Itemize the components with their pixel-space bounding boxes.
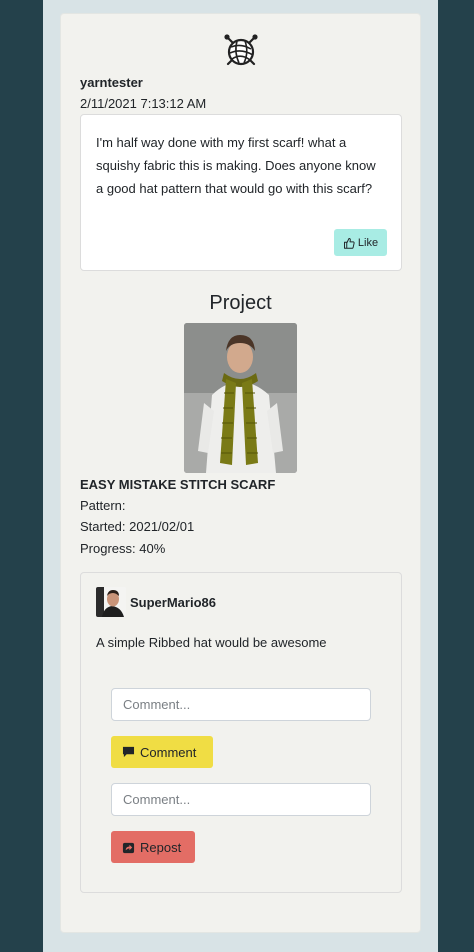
project-pattern: Pattern: <box>80 498 126 513</box>
like-button[interactable]: Like <box>334 229 387 256</box>
avatar[interactable] <box>96 587 126 617</box>
comment-card: SuperMario86 A simple Ribbed hat would b… <box>80 572 402 893</box>
comment-username[interactable]: SuperMario86 <box>130 595 216 610</box>
repost-button-label: Repost <box>140 839 182 855</box>
speech-bubble-icon <box>122 746 135 758</box>
project-progress: Progress: 40% <box>80 541 166 556</box>
repost-button[interactable]: Repost <box>111 831 195 863</box>
comment-button[interactable]: Comment <box>111 736 213 768</box>
post-timestamp: 2/11/2021 7:13:12 AM <box>80 96 207 111</box>
comment-button-label: Comment <box>140 744 197 760</box>
project-photo <box>184 323 297 473</box>
like-button-label: Like <box>357 236 379 249</box>
comment-input[interactable] <box>111 688 371 721</box>
post-card: I'm half way done with my first scarf! w… <box>80 114 402 271</box>
project-started: Started: 2021/02/01 <box>80 519 195 534</box>
post-text: I'm half way done with my first scarf! w… <box>96 135 376 196</box>
yarn-ball-logo-icon <box>224 34 258 66</box>
project-heading: Project <box>209 292 272 314</box>
repost-comment-input[interactable] <box>111 783 371 816</box>
thumbs-up-icon <box>343 237 355 249</box>
project-title: EASY MISTAKE STITCH SCARF <box>80 477 276 492</box>
share-icon <box>122 842 135 853</box>
comment-text: A simple Ribbed hat would be awesome <box>96 635 327 650</box>
post-username[interactable]: yarntester <box>80 75 143 90</box>
